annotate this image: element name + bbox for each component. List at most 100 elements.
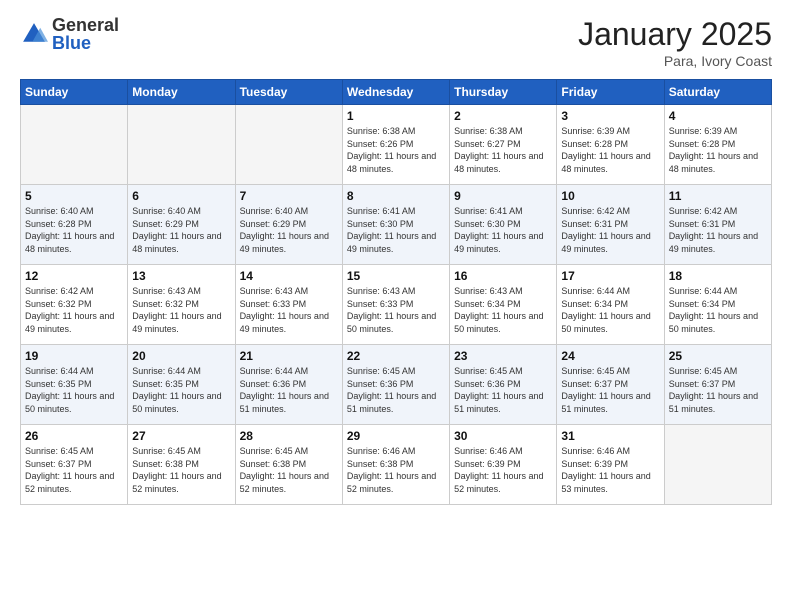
day-cell: 17 Sunrise: 6:44 AM Sunset: 6:34 PM Dayl… — [557, 265, 664, 345]
day-number: 30 — [454, 429, 552, 443]
day-cell: 30 Sunrise: 6:46 AM Sunset: 6:39 PM Dayl… — [450, 425, 557, 505]
day-cell — [664, 425, 771, 505]
day-info: Sunrise: 6:45 AM Sunset: 6:37 PM Dayligh… — [669, 365, 767, 415]
month-title: January 2025 — [578, 16, 772, 53]
day-cell: 15 Sunrise: 6:43 AM Sunset: 6:33 PM Dayl… — [342, 265, 449, 345]
day-cell: 26 Sunrise: 6:45 AM Sunset: 6:37 PM Dayl… — [21, 425, 128, 505]
day-info: Sunrise: 6:42 AM Sunset: 6:32 PM Dayligh… — [25, 285, 123, 335]
day-header-sunday: Sunday — [21, 80, 128, 105]
day-number: 29 — [347, 429, 445, 443]
day-number: 31 — [561, 429, 659, 443]
day-cell: 25 Sunrise: 6:45 AM Sunset: 6:37 PM Dayl… — [664, 345, 771, 425]
day-info: Sunrise: 6:41 AM Sunset: 6:30 PM Dayligh… — [454, 205, 552, 255]
day-info: Sunrise: 6:46 AM Sunset: 6:38 PM Dayligh… — [347, 445, 445, 495]
day-cell: 10 Sunrise: 6:42 AM Sunset: 6:31 PM Dayl… — [557, 185, 664, 265]
day-number: 23 — [454, 349, 552, 363]
day-info: Sunrise: 6:38 AM Sunset: 6:26 PM Dayligh… — [347, 125, 445, 175]
calendar: SundayMondayTuesdayWednesdayThursdayFrid… — [20, 79, 772, 505]
day-info: Sunrise: 6:43 AM Sunset: 6:33 PM Dayligh… — [347, 285, 445, 335]
header: General Blue January 2025 Para, Ivory Co… — [20, 16, 772, 69]
day-number: 15 — [347, 269, 445, 283]
day-info: Sunrise: 6:43 AM Sunset: 6:32 PM Dayligh… — [132, 285, 230, 335]
day-info: Sunrise: 6:38 AM Sunset: 6:27 PM Dayligh… — [454, 125, 552, 175]
day-cell: 22 Sunrise: 6:45 AM Sunset: 6:36 PM Dayl… — [342, 345, 449, 425]
day-cell: 24 Sunrise: 6:45 AM Sunset: 6:37 PM Dayl… — [557, 345, 664, 425]
day-cell: 23 Sunrise: 6:45 AM Sunset: 6:36 PM Dayl… — [450, 345, 557, 425]
day-cell: 28 Sunrise: 6:45 AM Sunset: 6:38 PM Dayl… — [235, 425, 342, 505]
day-number: 7 — [240, 189, 338, 203]
day-header-friday: Friday — [557, 80, 664, 105]
day-number: 27 — [132, 429, 230, 443]
day-cell — [235, 105, 342, 185]
day-number: 28 — [240, 429, 338, 443]
day-cell: 9 Sunrise: 6:41 AM Sunset: 6:30 PM Dayli… — [450, 185, 557, 265]
day-number: 24 — [561, 349, 659, 363]
day-number: 4 — [669, 109, 767, 123]
day-header-monday: Monday — [128, 80, 235, 105]
day-number: 5 — [25, 189, 123, 203]
week-row-4: 19 Sunrise: 6:44 AM Sunset: 6:35 PM Dayl… — [21, 345, 772, 425]
day-cell: 11 Sunrise: 6:42 AM Sunset: 6:31 PM Dayl… — [664, 185, 771, 265]
day-number: 9 — [454, 189, 552, 203]
day-number: 13 — [132, 269, 230, 283]
day-cell: 4 Sunrise: 6:39 AM Sunset: 6:28 PM Dayli… — [664, 105, 771, 185]
day-cell: 14 Sunrise: 6:43 AM Sunset: 6:33 PM Dayl… — [235, 265, 342, 345]
day-header-thursday: Thursday — [450, 80, 557, 105]
day-number: 14 — [240, 269, 338, 283]
day-cell: 18 Sunrise: 6:44 AM Sunset: 6:34 PM Dayl… — [664, 265, 771, 345]
week-row-5: 26 Sunrise: 6:45 AM Sunset: 6:37 PM Dayl… — [21, 425, 772, 505]
day-number: 16 — [454, 269, 552, 283]
day-cell: 21 Sunrise: 6:44 AM Sunset: 6:36 PM Dayl… — [235, 345, 342, 425]
day-cell: 5 Sunrise: 6:40 AM Sunset: 6:28 PM Dayli… — [21, 185, 128, 265]
day-header-saturday: Saturday — [664, 80, 771, 105]
day-cell: 8 Sunrise: 6:41 AM Sunset: 6:30 PM Dayli… — [342, 185, 449, 265]
day-header-wednesday: Wednesday — [342, 80, 449, 105]
day-cell: 31 Sunrise: 6:46 AM Sunset: 6:39 PM Dayl… — [557, 425, 664, 505]
day-number: 11 — [669, 189, 767, 203]
location-subtitle: Para, Ivory Coast — [578, 53, 772, 69]
day-cell: 6 Sunrise: 6:40 AM Sunset: 6:29 PM Dayli… — [128, 185, 235, 265]
day-cell: 16 Sunrise: 6:43 AM Sunset: 6:34 PM Dayl… — [450, 265, 557, 345]
day-info: Sunrise: 6:40 AM Sunset: 6:28 PM Dayligh… — [25, 205, 123, 255]
day-info: Sunrise: 6:44 AM Sunset: 6:36 PM Dayligh… — [240, 365, 338, 415]
day-info: Sunrise: 6:46 AM Sunset: 6:39 PM Dayligh… — [454, 445, 552, 495]
day-cell: 13 Sunrise: 6:43 AM Sunset: 6:32 PM Dayl… — [128, 265, 235, 345]
day-number: 2 — [454, 109, 552, 123]
day-number: 18 — [669, 269, 767, 283]
day-info: Sunrise: 6:43 AM Sunset: 6:34 PM Dayligh… — [454, 285, 552, 335]
day-cell: 27 Sunrise: 6:45 AM Sunset: 6:38 PM Dayl… — [128, 425, 235, 505]
logo: General Blue — [20, 16, 119, 52]
day-info: Sunrise: 6:46 AM Sunset: 6:39 PM Dayligh… — [561, 445, 659, 495]
day-number: 26 — [25, 429, 123, 443]
day-info: Sunrise: 6:40 AM Sunset: 6:29 PM Dayligh… — [240, 205, 338, 255]
day-number: 25 — [669, 349, 767, 363]
day-info: Sunrise: 6:45 AM Sunset: 6:38 PM Dayligh… — [132, 445, 230, 495]
day-number: 17 — [561, 269, 659, 283]
logo-blue: Blue — [52, 34, 119, 52]
day-info: Sunrise: 6:45 AM Sunset: 6:36 PM Dayligh… — [347, 365, 445, 415]
day-cell — [21, 105, 128, 185]
day-info: Sunrise: 6:44 AM Sunset: 6:35 PM Dayligh… — [132, 365, 230, 415]
day-number: 22 — [347, 349, 445, 363]
logo-icon — [20, 20, 48, 48]
week-row-1: 1 Sunrise: 6:38 AM Sunset: 6:26 PM Dayli… — [21, 105, 772, 185]
day-info: Sunrise: 6:42 AM Sunset: 6:31 PM Dayligh… — [561, 205, 659, 255]
day-cell: 1 Sunrise: 6:38 AM Sunset: 6:26 PM Dayli… — [342, 105, 449, 185]
day-info: Sunrise: 6:44 AM Sunset: 6:34 PM Dayligh… — [561, 285, 659, 335]
day-number: 3 — [561, 109, 659, 123]
day-info: Sunrise: 6:45 AM Sunset: 6:38 PM Dayligh… — [240, 445, 338, 495]
week-row-3: 12 Sunrise: 6:42 AM Sunset: 6:32 PM Dayl… — [21, 265, 772, 345]
day-info: Sunrise: 6:39 AM Sunset: 6:28 PM Dayligh… — [561, 125, 659, 175]
day-number: 19 — [25, 349, 123, 363]
day-info: Sunrise: 6:42 AM Sunset: 6:31 PM Dayligh… — [669, 205, 767, 255]
day-number: 10 — [561, 189, 659, 203]
logo-general: General — [52, 16, 119, 34]
day-info: Sunrise: 6:44 AM Sunset: 6:34 PM Dayligh… — [669, 285, 767, 335]
day-number: 12 — [25, 269, 123, 283]
day-cell: 12 Sunrise: 6:42 AM Sunset: 6:32 PM Dayl… — [21, 265, 128, 345]
day-header-tuesday: Tuesday — [235, 80, 342, 105]
day-cell: 29 Sunrise: 6:46 AM Sunset: 6:38 PM Dayl… — [342, 425, 449, 505]
day-info: Sunrise: 6:39 AM Sunset: 6:28 PM Dayligh… — [669, 125, 767, 175]
day-cell: 19 Sunrise: 6:44 AM Sunset: 6:35 PM Dayl… — [21, 345, 128, 425]
day-number: 20 — [132, 349, 230, 363]
